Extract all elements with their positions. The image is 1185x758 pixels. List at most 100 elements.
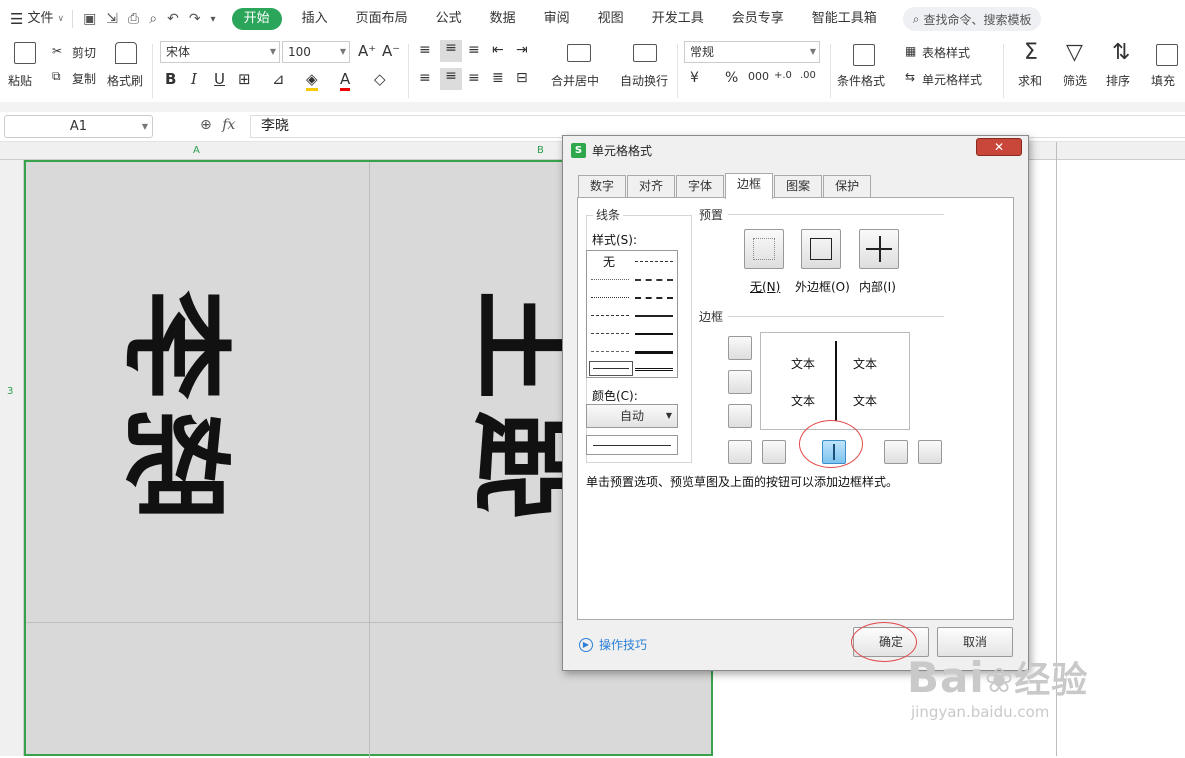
- currency-icon[interactable]: ¥: [690, 70, 699, 86]
- border-diagonal-up-button[interactable]: [728, 440, 752, 464]
- line-style-option[interactable]: [635, 315, 673, 317]
- redo-icon[interactable]: ↷: [189, 11, 201, 27]
- tab-member[interactable]: 会员专享: [718, 0, 798, 38]
- sort-button[interactable]: 排序: [1106, 72, 1130, 89]
- decrease-decimal-icon[interactable]: .00: [800, 70, 816, 81]
- export-icon[interactable]: ⇲: [106, 11, 118, 27]
- align-middle-icon[interactable]: ≡: [440, 40, 462, 62]
- fill-color-icon[interactable]: ◈: [306, 70, 318, 91]
- fill-button[interactable]: 填充: [1151, 72, 1175, 89]
- cell-style-icon[interactable]: ⇆: [905, 70, 915, 84]
- bold-button[interactable]: B: [165, 70, 176, 88]
- print-icon[interactable]: ⎙: [128, 11, 139, 27]
- clear-format-icon[interactable]: ◇: [374, 70, 386, 88]
- font-name-select[interactable]: 宋体 ▼: [160, 41, 280, 63]
- decrease-indent-icon[interactable]: ⇤: [492, 42, 504, 58]
- font-color-icon[interactable]: A: [340, 70, 351, 91]
- border-preview[interactable]: 文本 文本 文本 文本: [760, 332, 910, 430]
- preset-inside-button[interactable]: [859, 229, 899, 269]
- file-menu[interactable]: ☰ 文件 ∨: [0, 0, 72, 38]
- line-style-option[interactable]: [635, 333, 673, 335]
- italic-button[interactable]: I: [191, 70, 197, 88]
- border-top-button[interactable]: [728, 336, 752, 360]
- border-middle-h-button[interactable]: [728, 370, 752, 394]
- tab-home[interactable]: 开始: [231, 8, 282, 30]
- tab-pattern[interactable]: 图案: [774, 175, 823, 198]
- tab-page-layout[interactable]: 页面布局: [342, 0, 422, 38]
- increase-font-icon[interactable]: A⁺: [358, 42, 376, 60]
- wrap-text-button[interactable]: 自动换行: [620, 72, 668, 89]
- line-style-option[interactable]: [635, 297, 673, 299]
- copy-icon[interactable]: ⧉: [52, 69, 61, 84]
- thousands-icon[interactable]: 000: [748, 70, 769, 83]
- column-header-b[interactable]: B: [537, 145, 544, 156]
- fx-icon[interactable]: fx: [222, 117, 235, 133]
- command-search[interactable]: ⌕ 查找命令、搜索模板: [902, 7, 1042, 31]
- print-preview-icon[interactable]: ⌕: [149, 11, 157, 27]
- increase-decimal-icon[interactable]: +.0: [774, 70, 792, 81]
- tab-number[interactable]: 数字: [578, 175, 627, 198]
- copy-button[interactable]: 复制: [72, 70, 96, 87]
- fill-icon[interactable]: [1156, 44, 1178, 66]
- tab-insert[interactable]: 插入: [288, 0, 342, 38]
- sum-button[interactable]: 求和: [1018, 72, 1042, 89]
- cell-style-button[interactable]: 单元格样式: [922, 71, 982, 88]
- tab-smart-tools[interactable]: 智能工具箱: [798, 0, 891, 38]
- table-style-icon[interactable]: ▦: [905, 44, 916, 58]
- table-style-button[interactable]: 表格样式: [922, 44, 970, 61]
- preset-outline-button[interactable]: [801, 229, 841, 269]
- paste-icon[interactable]: [14, 42, 36, 64]
- undo-icon[interactable]: ↶: [167, 11, 179, 27]
- tab-review[interactable]: 审阅: [530, 0, 584, 38]
- align-top-icon[interactable]: ≡: [419, 42, 431, 58]
- preset-none-button[interactable]: [744, 229, 784, 269]
- percent-button[interactable]: %: [725, 70, 738, 86]
- increase-indent-icon[interactable]: ⇥: [516, 42, 528, 58]
- cut-button[interactable]: 剪切: [72, 44, 96, 61]
- name-box[interactable]: A1 ▼: [4, 115, 153, 138]
- decrease-font-icon[interactable]: A⁻: [382, 42, 400, 60]
- merge-center-button[interactable]: 合并居中: [551, 72, 599, 89]
- sum-icon[interactable]: Σ: [1024, 40, 1038, 65]
- tab-developer[interactable]: 开发工具: [638, 0, 718, 38]
- border-bottom-button[interactable]: [728, 404, 752, 428]
- tab-border[interactable]: 边框: [725, 173, 774, 199]
- tips-link[interactable]: ▶ 操作技巧: [579, 636, 647, 653]
- border-left-button[interactable]: [762, 440, 786, 464]
- justify-icon[interactable]: ≣: [492, 70, 504, 86]
- border-right-button[interactable]: [884, 440, 908, 464]
- tab-protection[interactable]: 保护: [823, 175, 872, 198]
- merge-center-icon[interactable]: [567, 44, 591, 62]
- zoom-icon[interactable]: ⊕: [200, 117, 212, 133]
- distributed-icon[interactable]: ⊟: [516, 70, 528, 86]
- paste-button[interactable]: 粘贴: [8, 72, 32, 89]
- scissors-icon[interactable]: ✂: [52, 44, 62, 58]
- filter-button[interactable]: 筛选: [1063, 72, 1087, 89]
- line-style-option[interactable]: [635, 279, 673, 281]
- align-left-icon[interactable]: ≡: [419, 70, 431, 86]
- line-style-selected[interactable]: [589, 361, 633, 376]
- line-style-list[interactable]: 无: [586, 250, 678, 378]
- align-center-icon[interactable]: ≡: [440, 68, 462, 90]
- dialog-titlebar[interactable]: S 单元格格式 ✕: [563, 136, 1028, 164]
- format-painter-icon[interactable]: [115, 42, 137, 64]
- border-icon[interactable]: ⊞: [238, 70, 251, 88]
- line-style-option[interactable]: [591, 279, 629, 280]
- line-style-option[interactable]: [591, 333, 629, 334]
- sort-icon[interactable]: ⇅: [1112, 40, 1130, 65]
- close-button[interactable]: ✕: [976, 138, 1022, 156]
- save-icon[interactable]: ▣: [83, 11, 96, 27]
- tab-font[interactable]: 字体: [676, 175, 725, 198]
- conditional-format-button[interactable]: 条件格式: [837, 72, 885, 89]
- underline-button[interactable]: U: [214, 70, 225, 88]
- line-style-option[interactable]: [591, 351, 629, 352]
- color-select[interactable]: 自动 ▼: [586, 404, 678, 428]
- number-format-select[interactable]: 常规 ▼: [684, 41, 820, 63]
- line-style-option[interactable]: [591, 315, 629, 316]
- text-effect-icon[interactable]: ⊿: [272, 70, 285, 88]
- filter-icon[interactable]: ▽: [1066, 40, 1083, 65]
- font-size-select[interactable]: 100 ▼: [282, 41, 350, 63]
- tab-formula[interactable]: 公式: [422, 0, 476, 38]
- tab-alignment[interactable]: 对齐: [627, 175, 676, 198]
- line-style-option[interactable]: [591, 297, 629, 298]
